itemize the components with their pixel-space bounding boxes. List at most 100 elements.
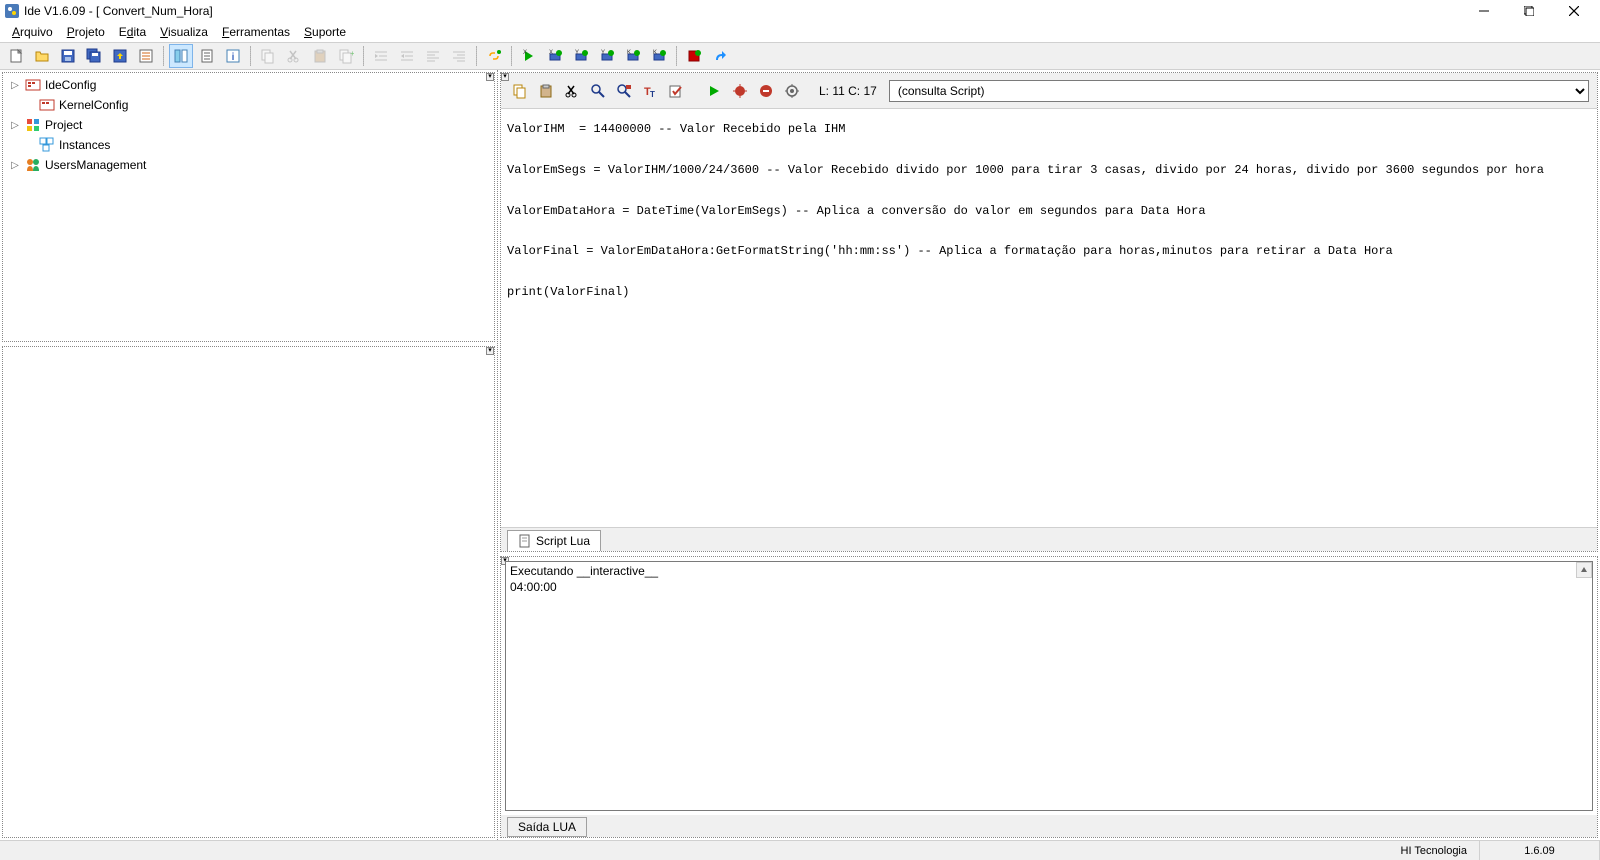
svg-text:T: T xyxy=(650,90,655,99)
project-tree-panel: ▾ ▷ IdeConfig KernelConfig ▷ Project xyxy=(2,72,495,342)
panel-handle[interactable]: ▾ xyxy=(501,73,509,81)
tree-label: Instances xyxy=(59,138,110,152)
document-icon xyxy=(518,534,532,548)
toolbar-separator xyxy=(363,46,364,66)
editor-cut-button[interactable] xyxy=(561,80,583,102)
status-company: HI Tecnologia xyxy=(1389,841,1480,860)
menu-visualiza[interactable]: Visualiza xyxy=(154,23,214,41)
close-button[interactable] xyxy=(1551,0,1596,22)
save-run-k-button[interactable]: K xyxy=(621,44,645,68)
info-button[interactable]: i xyxy=(221,44,245,68)
users-icon xyxy=(25,157,41,173)
cursor-position: L: 11 C: 17 xyxy=(819,84,877,98)
tree-label: IdeConfig xyxy=(45,78,96,92)
link-button[interactable] xyxy=(482,44,506,68)
save-run-k2-button[interactable]: K xyxy=(647,44,671,68)
run-y-button[interactable]: X xyxy=(543,44,567,68)
stop-button[interactable] xyxy=(682,44,706,68)
tree-label: KernelConfig xyxy=(59,98,128,112)
tasks-button[interactable] xyxy=(134,44,158,68)
editor-paste-button[interactable] xyxy=(535,80,557,102)
tree-item-usersmanagement[interactable]: ▷ UsersManagement xyxy=(5,155,492,175)
menu-suporte[interactable]: Suporte xyxy=(298,23,352,41)
svg-text:+: + xyxy=(350,49,354,58)
svg-text:i: i xyxy=(232,52,235,63)
cut-button[interactable] xyxy=(282,44,306,68)
statusbar: HI Tecnologia 1.6.09 xyxy=(0,840,1600,860)
toolbar-separator xyxy=(163,46,164,66)
main-area: ▾ ▷ IdeConfig KernelConfig ▷ Project xyxy=(0,70,1600,840)
minimize-button[interactable] xyxy=(1461,0,1506,22)
maximize-button[interactable] xyxy=(1506,0,1551,22)
editor-replace-button[interactable] xyxy=(613,80,635,102)
toolbar-separator xyxy=(511,46,512,66)
tab-saida-lua[interactable]: Saída LUA xyxy=(507,817,587,837)
editor-format-button[interactable]: TT xyxy=(639,80,661,102)
expander-icon[interactable]: ▷ xyxy=(9,120,21,131)
svg-text:K: K xyxy=(653,50,657,56)
code-editor[interactable]: ValorIHM = 14400000 -- Valor Recebido pe… xyxy=(501,109,1597,527)
editor-toolbar: TT L: 11 C: 17 (consulta Script) xyxy=(501,73,1597,109)
open-file-button[interactable] xyxy=(30,44,54,68)
save-all-button[interactable] xyxy=(82,44,106,68)
right-column: ▾ TT L: 11 C: 17 (consulta Script) Va xyxy=(498,70,1600,840)
project-tree: ▷ IdeConfig KernelConfig ▷ Project xyxy=(3,73,494,177)
tree-item-instances[interactable]: Instances xyxy=(5,135,492,155)
editor-tabs: Script Lua xyxy=(501,527,1597,551)
instances-icon xyxy=(39,137,55,153)
tree-item-kernelconfig[interactable]: KernelConfig xyxy=(5,95,492,115)
editor-settings-button[interactable] xyxy=(781,80,803,102)
svg-text:X: X xyxy=(549,50,553,56)
svg-text:K: K xyxy=(627,50,631,56)
output-tabs: Saída LUA xyxy=(501,815,1597,837)
titlebar: Ide V1.6.09 - [ Convert_Num_Hora] xyxy=(0,0,1600,22)
outdent-button[interactable] xyxy=(369,44,393,68)
expander-icon[interactable]: ▷ xyxy=(9,80,21,91)
align-right-button[interactable] xyxy=(447,44,471,68)
view-doc-button[interactable] xyxy=(195,44,219,68)
tree-item-ideconfig[interactable]: ▷ IdeConfig xyxy=(5,75,492,95)
save-run-y2-button[interactable]: Y xyxy=(595,44,619,68)
menu-arquivo[interactable]: Arquivo xyxy=(6,23,59,41)
kernel-icon xyxy=(39,97,55,113)
editor-panel: ▾ TT L: 11 C: 17 (consulta Script) Va xyxy=(500,72,1598,552)
project-icon xyxy=(25,117,41,133)
editor-copy-button[interactable] xyxy=(509,80,531,102)
copy-button[interactable] xyxy=(256,44,280,68)
menu-projeto[interactable]: Projeto xyxy=(61,23,111,41)
export-button[interactable] xyxy=(108,44,132,68)
scroll-up-button[interactable] xyxy=(1576,562,1592,578)
save-run-y-button[interactable]: Y xyxy=(569,44,593,68)
expander-icon[interactable]: ▷ xyxy=(9,160,21,171)
panel-handle[interactable]: ▾ xyxy=(486,73,494,81)
menu-edita[interactable]: Edita xyxy=(113,23,152,41)
menu-ferramentas[interactable]: Ferramentas xyxy=(216,23,296,41)
tab-script-lua[interactable]: Script Lua xyxy=(507,530,601,551)
export-arrow-button[interactable] xyxy=(708,44,732,68)
toolbar-separator xyxy=(676,46,677,66)
output-line: 04:00:00 xyxy=(510,580,1588,596)
editor-check-button[interactable] xyxy=(665,80,687,102)
paste-button[interactable] xyxy=(308,44,332,68)
indent-button[interactable] xyxy=(395,44,419,68)
tab-label: Saída LUA xyxy=(518,820,576,834)
status-version: 1.6.09 xyxy=(1480,841,1600,860)
run-x-button[interactable]: X xyxy=(517,44,541,68)
view-tree-button[interactable] xyxy=(169,44,193,68)
script-search-select[interactable]: (consulta Script) xyxy=(889,80,1589,102)
editor-debug-button[interactable] xyxy=(729,80,751,102)
tree-item-project[interactable]: ▷ Project xyxy=(5,115,492,135)
output-panel: ▾ Executando __interactive__ 04:00:00 Sa… xyxy=(500,556,1598,838)
tree-label: Project xyxy=(45,118,82,132)
panel-handle[interactable]: ▾ xyxy=(486,347,494,355)
save-button[interactable] xyxy=(56,44,80,68)
align-left-button[interactable] xyxy=(421,44,445,68)
editor-find-button[interactable] xyxy=(587,80,609,102)
output-console[interactable]: Executando __interactive__ 04:00:00 xyxy=(505,561,1593,811)
new-file-button[interactable] xyxy=(4,44,28,68)
toolbar-separator xyxy=(250,46,251,66)
editor-run-button[interactable] xyxy=(703,80,725,102)
copy-plus-button[interactable]: + xyxy=(334,44,358,68)
menubar: Arquivo Projeto Edita Visualiza Ferramen… xyxy=(0,22,1600,42)
editor-stop-button[interactable] xyxy=(755,80,777,102)
